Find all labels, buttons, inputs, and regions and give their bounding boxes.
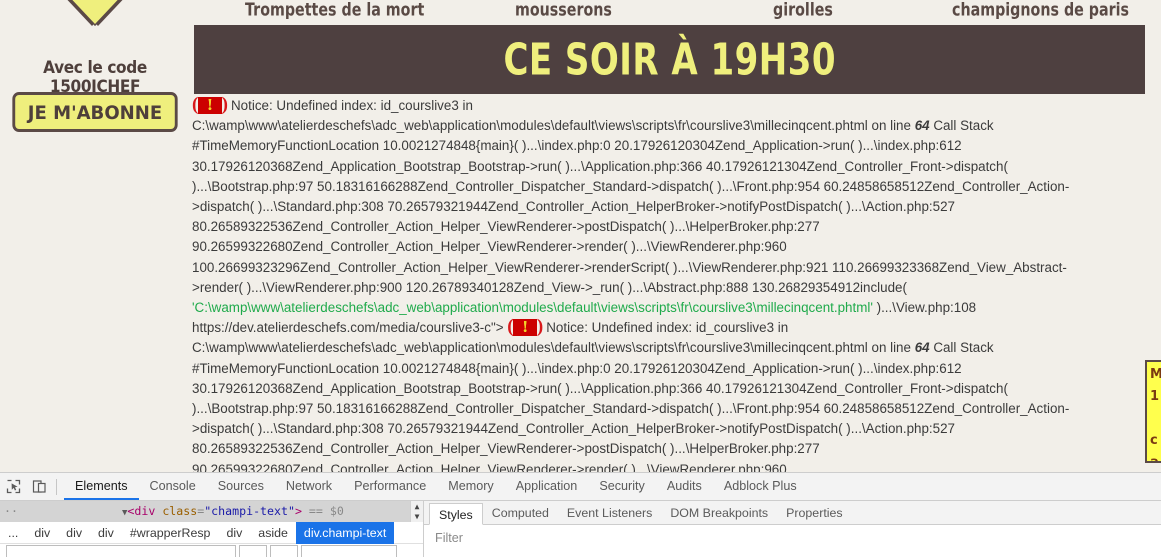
stack-line: 90.26599322680Zend_Controller_Action_Hel… — [192, 239, 787, 255]
dom-selection-marker: == $0 — [308, 504, 344, 518]
devtools-panel: Elements Console Sources Network Perform… — [0, 472, 1161, 557]
scroll-down-icon[interactable]: ▼ — [415, 512, 420, 521]
promo-sidebar: Avec le code 1500ICHEF JE M'ABONNE — [0, 0, 190, 472]
php-notice-output: ( ! ) Notice: Undefined index: id_coursl… — [192, 94, 1122, 472]
notice-line-number-2: 64 — [914, 340, 930, 356]
dom-ellipsis: ·· — [4, 504, 18, 518]
box-model-cell — [239, 545, 267, 557]
scroll-up-icon[interactable]: ▲ — [415, 502, 420, 511]
devtools-toolbar: Elements Console Sources Network Perform… — [0, 473, 1161, 501]
box-model-cell — [270, 545, 298, 557]
dom-attr-name: class — [162, 504, 198, 518]
nav-item-mousserons[interactable]: mousserons — [515, 0, 612, 20]
stack-line: >dispatch( )...\Standard.php:308 70.2657… — [192, 421, 955, 437]
php-error-icon: ( ! ) — [507, 316, 544, 338]
stack-line: 80.26589322536Zend_Controller_Action_Hel… — [192, 219, 820, 235]
event-banner: CE SOIR À 19H30 — [194, 25, 1145, 94]
tab-adblock-plus[interactable]: Adblock Plus — [713, 473, 808, 500]
banner-title: CE SOIR À 19H30 — [503, 34, 836, 85]
box-model-cell — [6, 545, 236, 557]
stack-line: 80.26589322536Zend_Controller_Action_Hel… — [192, 441, 820, 457]
notice-head-1: Notice: Undefined index: id_courslive3 i… — [231, 98, 473, 113]
tab-memory[interactable]: Memory — [437, 473, 504, 500]
toolbar-divider — [56, 478, 57, 495]
notice-callstack-label-2: Call Stack — [929, 340, 994, 356]
breadcrumb-item-ellipsis[interactable]: ... — [0, 522, 26, 544]
styles-pane: Styles Computed Event Listeners DOM Brea… — [424, 501, 1161, 557]
stack-line: )...\Bootstrap.php:97 50.18316166288Zend… — [192, 178, 1070, 194]
dom-selected-node[interactable]: ·· ▼<div class="champi-text"> == $0 ▲ ▼ — [0, 501, 423, 522]
tab-elements[interactable]: Elements — [64, 473, 139, 500]
stack-line: )...\Bootstrap.php:97 50.18316166288Zend… — [192, 401, 1070, 417]
stack-line: #TimeMemoryFunctionLocation 10.002127484… — [192, 138, 962, 154]
notice-callstack-label-1: Call Stack — [929, 118, 994, 134]
breadcrumb: ... div div div #wrapperResp div aside d… — [0, 521, 423, 544]
tab-console[interactable]: Console — [139, 473, 207, 500]
dom-close-angle: > — [294, 504, 302, 518]
browser-window: Avec le code 1500ICHEF JE M'ABONNE Tromp… — [0, 0, 1161, 557]
notice-head-2: Notice: Undefined index: id_courslive3 i… — [546, 320, 789, 336]
mushroom-nav: Trompettes de la mort mousserons girolle… — [190, 0, 1161, 22]
stack-line: >render( )...\ViewRenderer.php:900 120.2… — [192, 279, 907, 295]
cursor-inspect-icon[interactable] — [0, 474, 26, 500]
dom-tag-name: div — [134, 504, 156, 518]
side-promo-tab[interactable]: M 1 c a — [1145, 360, 1161, 463]
styles-tab-dom-breakpoints[interactable]: DOM Breakpoints — [661, 502, 777, 524]
styles-tab-event-listeners[interactable]: Event Listeners — [558, 502, 661, 524]
media-url-fragment: https://dev.atelierdeschefs.com/media/co… — [192, 320, 504, 336]
styles-tab-styles[interactable]: Styles — [429, 503, 483, 525]
devtools-body: ·· ▼<div class="champi-text"> == $0 ▲ ▼ .… — [0, 501, 1161, 557]
stack-line: 30.17926120368Zend_Application_Bootstrap… — [192, 380, 1008, 396]
webpage-viewport: Avec le code 1500ICHEF JE M'ABONNE Tromp… — [0, 0, 1161, 472]
include-tail: )...\View.php:108 — [872, 300, 977, 316]
stack-line: 100.26699323296Zend_Controller_Action_He… — [192, 259, 1067, 275]
box-model-cell — [301, 545, 397, 557]
breadcrumb-item-aside[interactable]: aside — [250, 522, 296, 544]
notice-path-1: C:\wamp\www\atelierdeschefs\adc_web\appl… — [192, 118, 915, 134]
breadcrumb-item-div-1[interactable]: div — [26, 522, 58, 544]
styles-tab-properties[interactable]: Properties — [777, 502, 851, 524]
device-toolbar-icon[interactable] — [26, 474, 52, 500]
stack-line: 30.17926120368Zend_Application_Bootstrap… — [192, 158, 1008, 174]
php-error-icon: ( ! ) — [192, 94, 228, 115]
breadcrumb-item-div-4[interactable]: div — [218, 522, 250, 544]
notice-path-2: C:\wamp\www\atelierdeschefs\adc_web\appl… — [192, 340, 915, 356]
dom-attr-value: "champi-text" — [204, 504, 295, 518]
breadcrumb-item-div-3[interactable]: div — [90, 522, 122, 544]
tab-sources[interactable]: Sources — [207, 473, 275, 500]
include-path-line: 'C:\wamp\www\atelierdeschefs\adc_web\app… — [192, 298, 1122, 318]
notice-line-number-1: 64 — [914, 118, 930, 134]
stack-line: >dispatch( )...\Standard.php:308 70.2657… — [192, 199, 955, 215]
breadcrumb-item-wrapperresp[interactable]: #wrapperResp — [122, 522, 219, 544]
include-path: 'C:\wamp\www\atelierdeschefs\adc_web\app… — [192, 300, 873, 316]
stack-line: 90.26599322680Zend_Controller_Action_Hel… — [192, 461, 787, 472]
triangle-down-icon — [46, 0, 144, 24]
styles-tab-computed[interactable]: Computed — [483, 502, 558, 524]
side-promo-tab-text: M 1 c a — [1150, 367, 1161, 463]
tab-audits[interactable]: Audits — [656, 473, 713, 500]
tab-security[interactable]: Security — [588, 473, 656, 500]
elements-pane: ·· ▼<div class="champi-text"> == $0 ▲ ▼ .… — [0, 501, 424, 557]
breadcrumb-item-div-2[interactable]: div — [58, 522, 90, 544]
nav-item-trompettes[interactable]: Trompettes de la mort — [245, 0, 424, 20]
dom-scrollbar[interactable]: ▲ ▼ — [410, 501, 423, 522]
styles-tabbar: Styles Computed Event Listeners DOM Brea… — [424, 501, 1161, 525]
nav-item-girolles[interactable]: girolles — [773, 0, 833, 20]
subscribe-button[interactable]: JE M'ABONNE — [12, 92, 178, 132]
styles-filter-input[interactable]: Filter — [424, 525, 1161, 545]
box-model-preview — [0, 544, 423, 557]
nav-item-champignons-de-paris[interactable]: champignons de paris — [952, 0, 1129, 20]
promo-code-text: Avec le code 1500ICHEF — [43, 58, 147, 96]
breadcrumb-item-champi-text[interactable]: div.champi-text — [295, 521, 395, 544]
stack-line: #TimeMemoryFunctionLocation 10.002127484… — [192, 360, 962, 376]
tab-performance[interactable]: Performance — [343, 473, 437, 500]
tab-application[interactable]: Application — [505, 473, 589, 500]
tab-network[interactable]: Network — [275, 473, 343, 500]
